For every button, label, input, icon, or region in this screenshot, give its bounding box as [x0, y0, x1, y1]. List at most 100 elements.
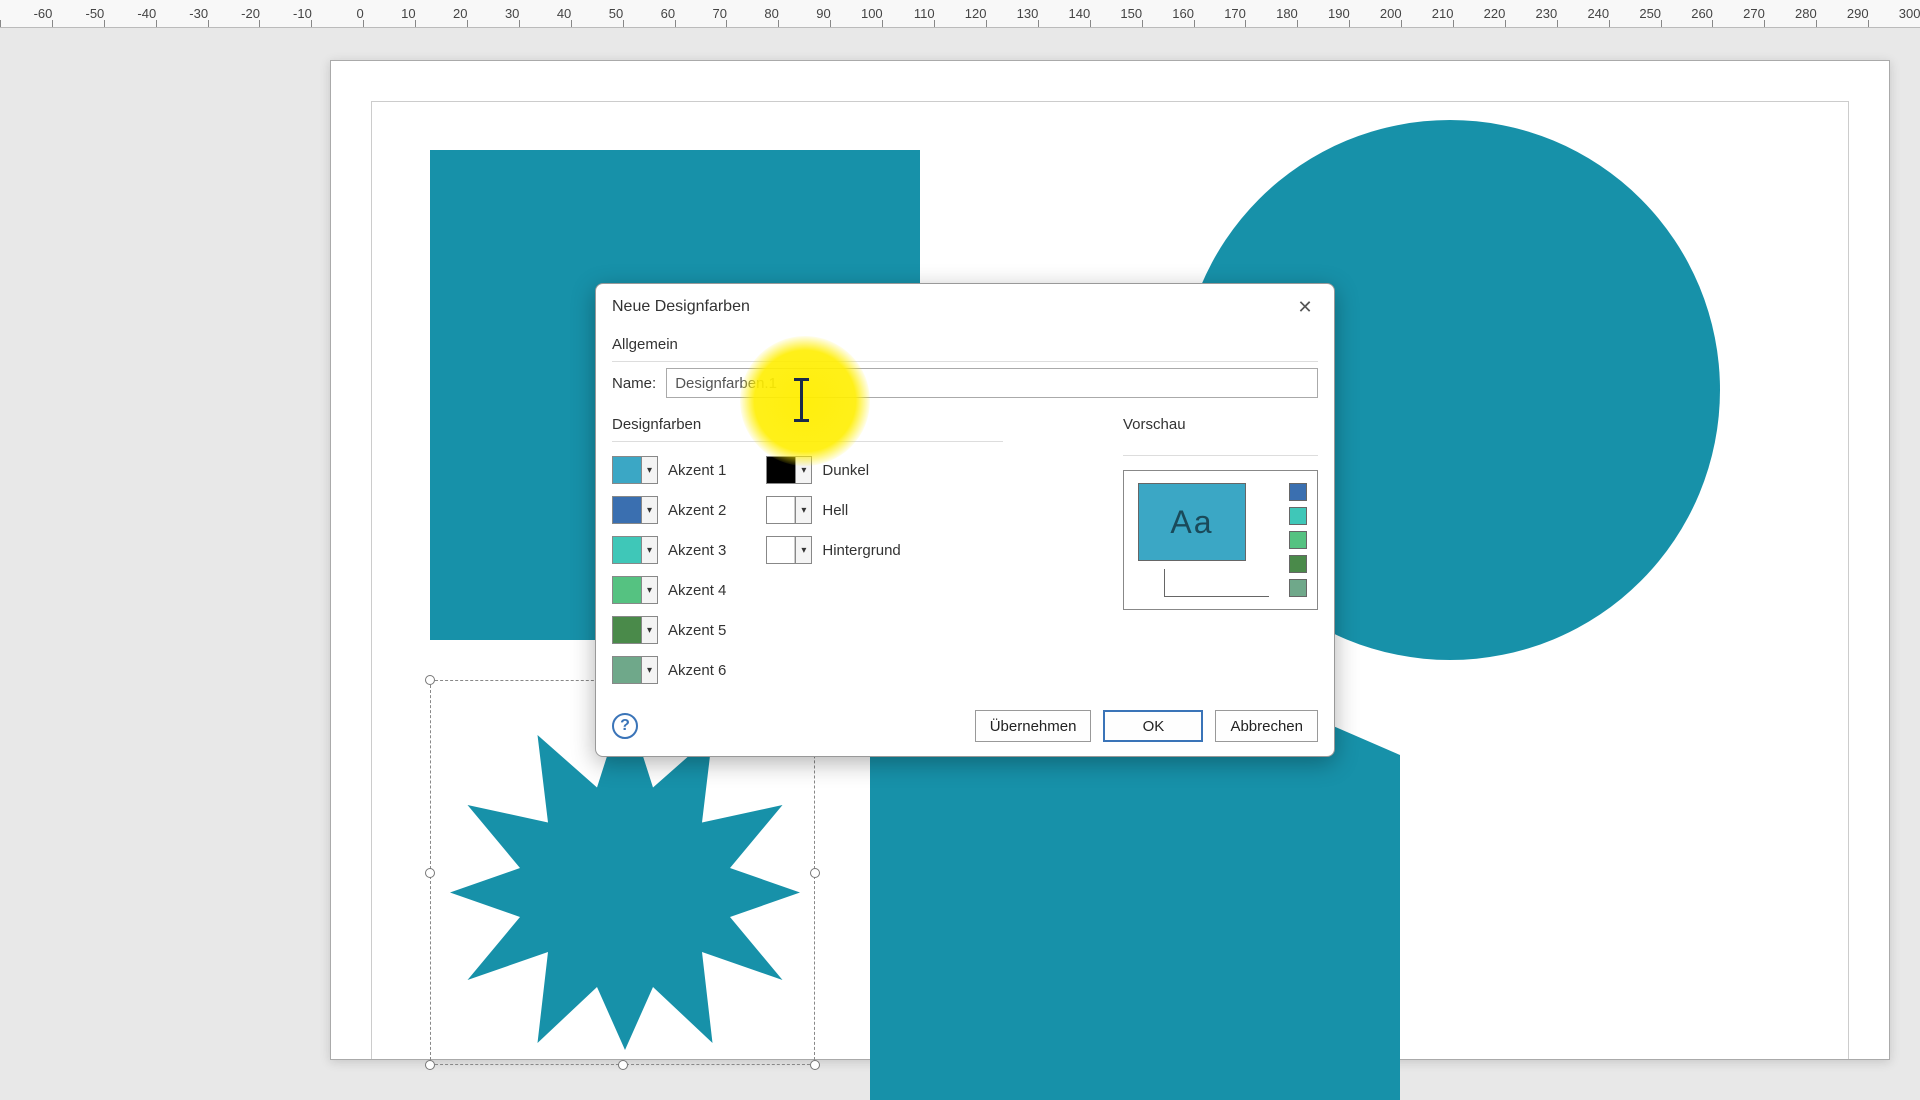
- color-swatch: [767, 537, 795, 563]
- ruler-tick: 180: [1297, 0, 1298, 28]
- chevron-down-icon[interactable]: ▾: [641, 537, 657, 563]
- color-swatch: [767, 457, 795, 483]
- help-button[interactable]: ?: [612, 713, 638, 739]
- ruler-tick: 100: [882, 0, 883, 28]
- preview-section-label: Vorschau: [1123, 416, 1318, 433]
- ruler-tick: 80: [778, 0, 779, 28]
- extra-color-picker[interactable]: ▾: [766, 496, 812, 524]
- resize-handle[interactable]: [425, 675, 435, 685]
- ruler-tick: 170: [1245, 0, 1246, 28]
- ruler-tick: 150: [1142, 0, 1143, 28]
- chevron-down-icon[interactable]: ▾: [795, 497, 811, 523]
- accent-row: ▾ Akzent 5: [612, 616, 726, 644]
- color-swatch: [613, 617, 641, 643]
- accent-color-picker[interactable]: ▾: [612, 496, 658, 524]
- accent-row: ▾ Akzent 3: [612, 536, 726, 564]
- ruler-tick: 160: [1194, 0, 1195, 28]
- accent-color-picker[interactable]: ▾: [612, 456, 658, 484]
- ok-button[interactable]: OK: [1103, 710, 1203, 742]
- dialog-title-text: Neue Designfarben: [612, 298, 750, 316]
- resize-handle[interactable]: [425, 1060, 435, 1070]
- extra-color-picker[interactable]: ▾: [766, 536, 812, 564]
- extra-label: Dunkel: [822, 462, 869, 479]
- ruler-tick: -40: [156, 0, 157, 28]
- color-swatch: [613, 537, 641, 563]
- ruler-tick: 90: [830, 0, 831, 28]
- new-design-colors-dialog: Neue Designfarben ✕ Allgemein Name: Desi…: [595, 283, 1335, 757]
- extra-row: ▾ Hintergrund: [766, 536, 900, 564]
- resize-handle[interactable]: [425, 868, 435, 878]
- ruler-tick: 0: [363, 0, 364, 28]
- preview-swatch: [1289, 579, 1307, 597]
- general-section-label: Allgemein: [612, 336, 1318, 353]
- chevron-down-icon[interactable]: ▾: [795, 457, 811, 483]
- ruler-tick: 30: [519, 0, 520, 28]
- ruler-tick: -20: [259, 0, 260, 28]
- chevron-down-icon[interactable]: ▾: [641, 577, 657, 603]
- ruler-tick: 210: [1453, 0, 1454, 28]
- accent-label: Akzent 6: [668, 662, 726, 679]
- ruler-tick: 10: [415, 0, 416, 28]
- ruler-tick: 120: [986, 0, 987, 28]
- name-input[interactable]: [666, 368, 1318, 398]
- resize-handle[interactable]: [810, 1060, 820, 1070]
- ruler-tick: -70: [0, 0, 1, 28]
- ruler-tick: -10: [311, 0, 312, 28]
- accent-row: ▾ Akzent 2: [612, 496, 726, 524]
- ruler-tick: 20: [467, 0, 468, 28]
- ruler-tick: 130: [1038, 0, 1039, 28]
- chevron-down-icon[interactable]: ▾: [641, 497, 657, 523]
- ruler-tick: 270: [1764, 0, 1765, 28]
- ruler-tick: 190: [1349, 0, 1350, 28]
- accent-label: Akzent 1: [668, 462, 726, 479]
- accent-color-picker[interactable]: ▾: [612, 656, 658, 684]
- name-label: Name:: [612, 375, 656, 392]
- accent-row: ▾ Akzent 1: [612, 456, 726, 484]
- chevron-down-icon[interactable]: ▾: [641, 657, 657, 683]
- color-swatch: [613, 657, 641, 683]
- resize-handle[interactable]: [618, 1060, 628, 1070]
- ruler-tick: 250: [1661, 0, 1662, 28]
- accent-color-picker[interactable]: ▾: [612, 616, 658, 644]
- color-swatch: [613, 577, 641, 603]
- cancel-button[interactable]: Abbrechen: [1215, 710, 1318, 742]
- preview-text: Aa: [1170, 504, 1213, 541]
- extra-color-picker[interactable]: ▾: [766, 456, 812, 484]
- ruler-tick: 200: [1401, 0, 1402, 28]
- ruler-tick: 220: [1505, 0, 1506, 28]
- preview-main-swatch: Aa: [1138, 483, 1246, 561]
- ruler-tick: 280: [1816, 0, 1817, 28]
- ruler-tick: -30: [208, 0, 209, 28]
- accent-color-picker[interactable]: ▾: [612, 536, 658, 564]
- accent-label: Akzent 3: [668, 542, 726, 559]
- preview-swatch: [1289, 507, 1307, 525]
- accent-row: ▾ Akzent 4: [612, 576, 726, 604]
- preview-box: Aa: [1123, 470, 1318, 610]
- extra-row: ▾ Hell: [766, 496, 900, 524]
- chevron-down-icon[interactable]: ▾: [641, 617, 657, 643]
- color-swatch: [767, 497, 795, 523]
- preview-swatch: [1289, 555, 1307, 573]
- extra-label: Hintergrund: [822, 542, 900, 559]
- ruler-tick: 70: [726, 0, 727, 28]
- chevron-down-icon[interactable]: ▾: [795, 537, 811, 563]
- close-button[interactable]: ✕: [1292, 294, 1318, 320]
- accent-color-picker[interactable]: ▾: [612, 576, 658, 604]
- extra-label: Hell: [822, 502, 848, 519]
- resize-handle[interactable]: [810, 868, 820, 878]
- chevron-down-icon[interactable]: ▾: [641, 457, 657, 483]
- accent-label: Akzent 4: [668, 582, 726, 599]
- accent-label: Akzent 2: [668, 502, 726, 519]
- color-swatch: [613, 497, 641, 523]
- apply-button[interactable]: Übernehmen: [975, 710, 1092, 742]
- design-colors-section-label: Designfarben: [612, 416, 1003, 433]
- ruler-tick: 230: [1557, 0, 1558, 28]
- ruler-tick: 240: [1609, 0, 1610, 28]
- preview-swatch: [1289, 531, 1307, 549]
- color-swatch: [613, 457, 641, 483]
- extra-row: ▾ Dunkel: [766, 456, 900, 484]
- ruler-tick: 290: [1868, 0, 1869, 28]
- accent-label: Akzent 5: [668, 622, 726, 639]
- ruler-tick: 110: [934, 0, 935, 28]
- preview-sub-frame: [1164, 569, 1269, 597]
